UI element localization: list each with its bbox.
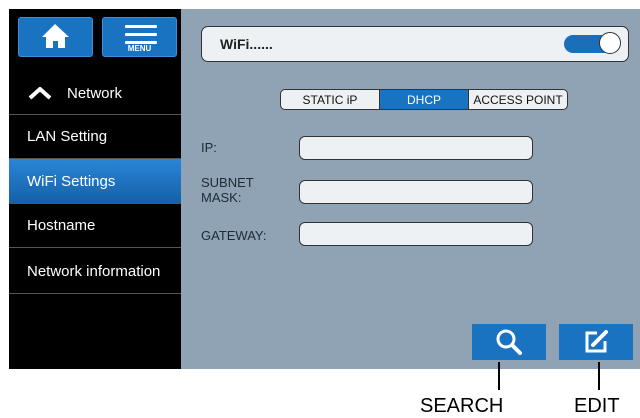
divider: [9, 247, 181, 248]
sidebar-item-lan-setting[interactable]: LAN Setting: [9, 116, 181, 156]
chevron-up-icon: [28, 87, 52, 100]
menu-button-label: MENU: [127, 44, 152, 53]
subnet-mask-input[interactable]: [299, 180, 533, 204]
gateway-input[interactable]: [299, 222, 533, 246]
home-icon: [42, 24, 69, 48]
subnet-label-line1: SUBNET: [201, 175, 254, 190]
edit-button[interactable]: [559, 324, 633, 360]
wifi-toggle[interactable]: [564, 32, 621, 54]
sidebar-item-label: Network information: [27, 262, 161, 280]
divider: [9, 293, 181, 294]
mode-access-point-button[interactable]: ACCESS POINT: [468, 89, 568, 110]
toggle-knob: [599, 32, 621, 54]
menu-button[interactable]: MENU: [102, 17, 177, 57]
mode-dhcp-button[interactable]: DHCP: [380, 89, 468, 110]
ip-input[interactable]: [299, 136, 533, 160]
search-callout-label: SEARCH: [420, 395, 504, 417]
gateway-label: GATEWAY:: [201, 228, 267, 243]
edit-icon: [585, 330, 608, 353]
sidebar-item-network-information[interactable]: Network information: [9, 249, 181, 293]
sidebar-section-label: Network: [67, 84, 123, 102]
subnet-label-line2: MASK:: [201, 190, 242, 205]
ip-label: IP:: [201, 140, 217, 155]
sidebar-section-network[interactable]: Network: [9, 75, 181, 111]
wifi-bar: WiFi......: [201, 26, 629, 62]
edit-callout-label: EDIT: [574, 395, 620, 417]
mode-static-ip-button[interactable]: STATIC iP: [280, 89, 380, 110]
sidebar-item-label: WiFi Settings: [27, 172, 116, 190]
home-button[interactable]: [18, 17, 93, 57]
edit-callout-line: [598, 362, 600, 390]
sidebar-item-hostname[interactable]: Hostname: [9, 204, 181, 246]
sidebar-item-wifi-settings[interactable]: WiFi Settings: [9, 159, 181, 203]
wifi-label: WiFi......: [220, 36, 273, 52]
divider: [9, 114, 181, 115]
sidebar-item-label: Hostname: [27, 216, 96, 234]
search-icon: [496, 329, 522, 355]
sidebar-item-label: LAN Setting: [27, 127, 108, 145]
search-callout-line: [498, 362, 500, 390]
search-button[interactable]: [472, 324, 546, 360]
